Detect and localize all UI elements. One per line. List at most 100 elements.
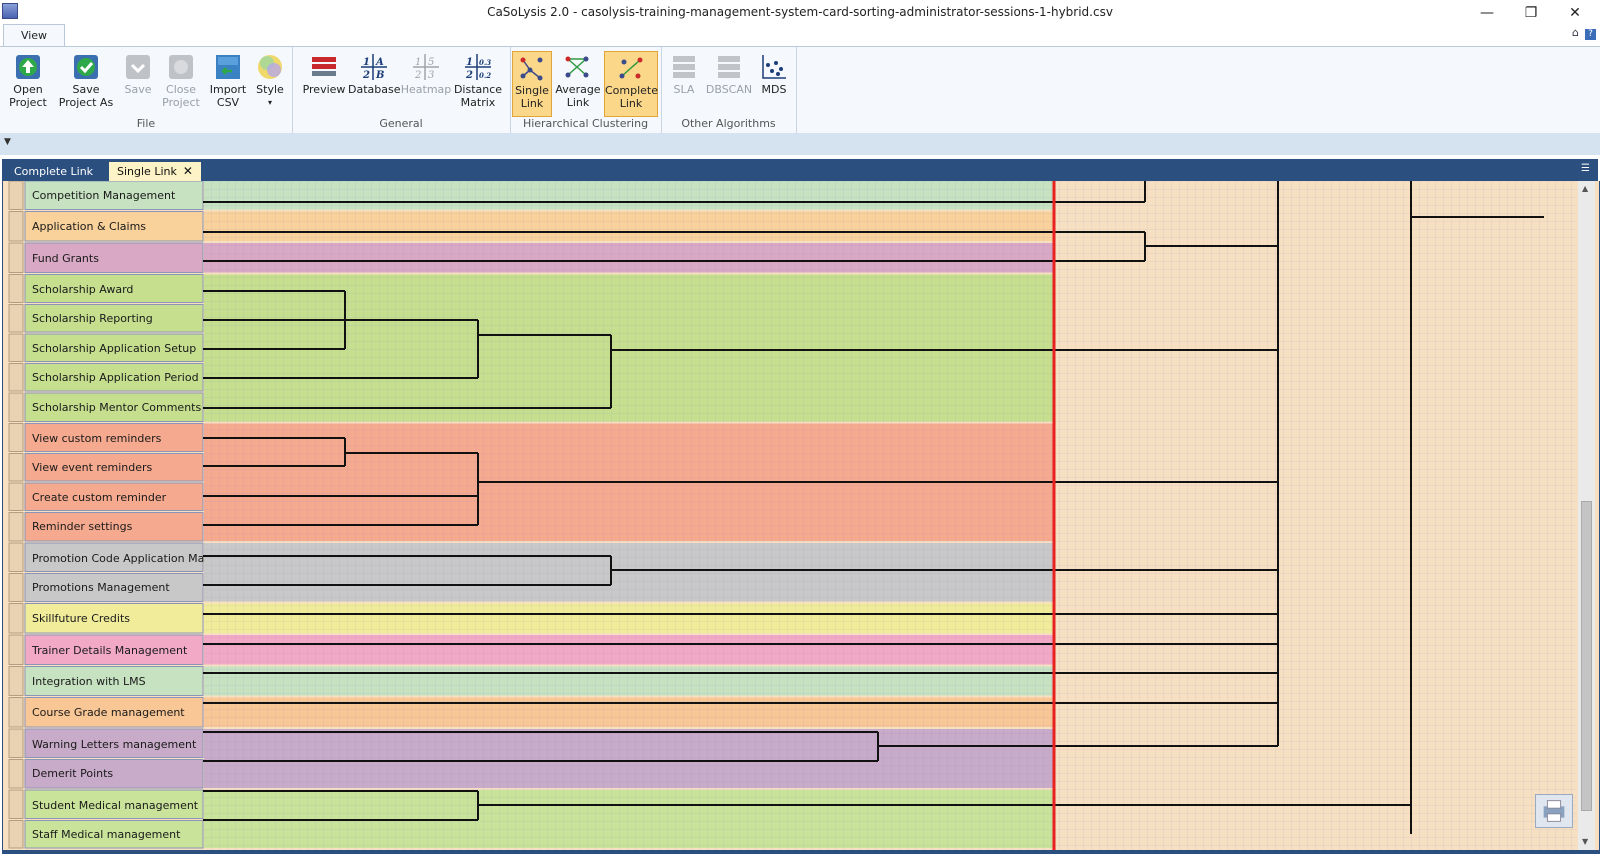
tab-single-link[interactable]: Single Link ✕	[109, 162, 201, 181]
row-label: Scholarship Mentor Comments	[32, 401, 201, 414]
tab-menu-icon[interactable]: ☰	[1581, 163, 1590, 174]
row-label: Reminder settings	[32, 520, 133, 533]
row-label: Student Medical management	[32, 799, 199, 812]
save-as-icon	[72, 53, 100, 81]
quick-access-bar: ▼	[0, 133, 1600, 155]
complete-link-button[interactable]: Complete Link	[604, 51, 658, 117]
row-handle	[8, 363, 24, 392]
palette-icon	[256, 53, 284, 81]
row-handle	[8, 542, 24, 572]
row-handle	[8, 666, 24, 696]
database-button[interactable]: 1A2B Database	[348, 51, 401, 117]
row-handle	[8, 453, 24, 482]
row-handle	[8, 242, 24, 273]
save-project-as-button[interactable]: Save Project As	[58, 51, 114, 117]
ribbon: Open Project Save Project As Save Close Pro…	[0, 46, 1600, 134]
import-csv-button[interactable]: Import CSV	[206, 51, 250, 117]
row-label: Application & Claims	[32, 220, 146, 233]
customize-toolbar-icon[interactable]: ▼	[4, 137, 11, 147]
row-label: Fund Grants	[32, 252, 99, 265]
heatmap-button[interactable]: 1523 Heatmap	[400, 51, 452, 117]
row-label: Scholarship Award	[32, 283, 133, 296]
single-link-button[interactable]: Single Link	[512, 51, 552, 117]
row-label: Demerit Points	[32, 767, 113, 780]
import-csv-icon	[214, 53, 242, 81]
close-project-button[interactable]: Close Project	[161, 51, 201, 117]
row-handle	[8, 512, 24, 542]
row-label: View event reminders	[32, 461, 152, 474]
row-label: Competition Management	[32, 189, 176, 202]
ribbon-group-other: SLA DBSCAN MDS Other Algorithms	[661, 47, 797, 133]
row-handle	[8, 634, 24, 665]
average-link-button[interactable]: Average Link	[554, 51, 602, 117]
svg-text:2: 2	[362, 70, 370, 81]
svg-text:2: 2	[465, 70, 473, 81]
ribbon-group-hierarchical: Single Link Average Link Complete Link Hier…	[510, 47, 662, 133]
help-area: ⌂?	[1572, 26, 1596, 40]
group-label-other: Other Algorithms	[681, 117, 776, 130]
preview-icon	[310, 53, 338, 81]
row-handle	[8, 274, 24, 303]
window-title: CaSoLysis 2.0 - casolysis-training-manag…	[487, 5, 1113, 19]
row-label: Skillfuture Credits	[32, 612, 130, 625]
scroll-thumb[interactable]	[1581, 501, 1592, 811]
close-tab-icon[interactable]: ✕	[183, 164, 193, 178]
group-label-general: General	[379, 117, 423, 130]
row-label: View custom reminders	[32, 432, 162, 445]
save-button[interactable]: Save	[120, 51, 156, 117]
close-button[interactable]: ✕	[1553, 0, 1597, 26]
row-label: Course Grade management	[32, 706, 185, 719]
row-handle	[8, 789, 24, 819]
average-link-icon	[564, 53, 592, 81]
tab-view[interactable]: View	[3, 24, 65, 47]
row-handle	[8, 820, 24, 849]
row-label: Promotion Code Application Ma	[32, 552, 204, 565]
grid-overlay	[204, 181, 1577, 850]
sla-icon	[670, 53, 698, 81]
row-handle	[8, 423, 24, 452]
sla-button[interactable]: SLA	[669, 51, 699, 117]
save-icon	[124, 53, 152, 81]
scroll-down-icon[interactable]: ▼	[1582, 837, 1588, 846]
distance-matrix-icon: 1 0.3 2 0.2	[464, 53, 492, 81]
row-handle	[8, 333, 24, 362]
row-label: Scholarship Application Period	[32, 371, 199, 384]
open-project-icon	[14, 53, 42, 81]
dendrogram-canvas: Competition Management Application & Clai…	[8, 181, 1577, 850]
svg-text:3: 3	[428, 70, 434, 81]
svg-text:B: B	[375, 70, 384, 81]
svg-text:0.3: 0.3	[479, 58, 491, 67]
group-label-hierarchical: Hierarchical Clustering	[522, 117, 649, 130]
home-icon[interactable]: ⌂	[1572, 26, 1579, 39]
complete-link-icon	[617, 54, 645, 82]
database-icon: 1A2B	[360, 53, 388, 81]
row-label: Scholarship Application Setup	[32, 342, 196, 355]
minimize-button[interactable]: —	[1465, 0, 1509, 26]
dbscan-icon	[715, 53, 743, 81]
row-handle	[8, 603, 24, 634]
row-handle	[8, 482, 24, 511]
row-handle	[8, 697, 24, 728]
row-handle	[8, 392, 24, 422]
distance-matrix-button[interactable]: 1 0.3 2 0.2 Distance Matrix	[452, 51, 504, 117]
help-icon[interactable]: ?	[1585, 29, 1596, 40]
ribbon-group-general: Preview 1A2B Database 1523 Heatmap 1 0.3 2…	[292, 47, 511, 133]
print-icon[interactable]	[1535, 794, 1573, 828]
preview-button[interactable]: Preview	[300, 51, 348, 117]
row-handle	[8, 728, 24, 758]
row-handle	[8, 181, 24, 210]
row-label: Scholarship Reporting	[32, 312, 153, 325]
tab-complete-link[interactable]: Complete Link	[6, 162, 101, 181]
row-handle	[8, 211, 24, 242]
document-tab-bar: Complete Link Single Link ✕ ☰	[2, 159, 1598, 181]
open-project-button[interactable]: Open Project	[6, 51, 50, 117]
ribbon-group-file: Open Project Save Project As Save Close Pro…	[0, 47, 293, 133]
restore-button[interactable]: ❐	[1509, 0, 1553, 26]
vertical-scrollbar[interactable]: ▲ ▼	[1578, 181, 1595, 850]
style-button[interactable]: Style ▾	[252, 51, 288, 117]
heatmap-icon: 1523	[412, 53, 440, 81]
scroll-up-icon[interactable]: ▲	[1582, 184, 1588, 193]
dendrogram-view: Competition Management Application & Clai…	[2, 181, 1600, 854]
mds-button[interactable]: MDS	[757, 51, 791, 117]
dbscan-button[interactable]: DBSCAN	[705, 51, 753, 117]
